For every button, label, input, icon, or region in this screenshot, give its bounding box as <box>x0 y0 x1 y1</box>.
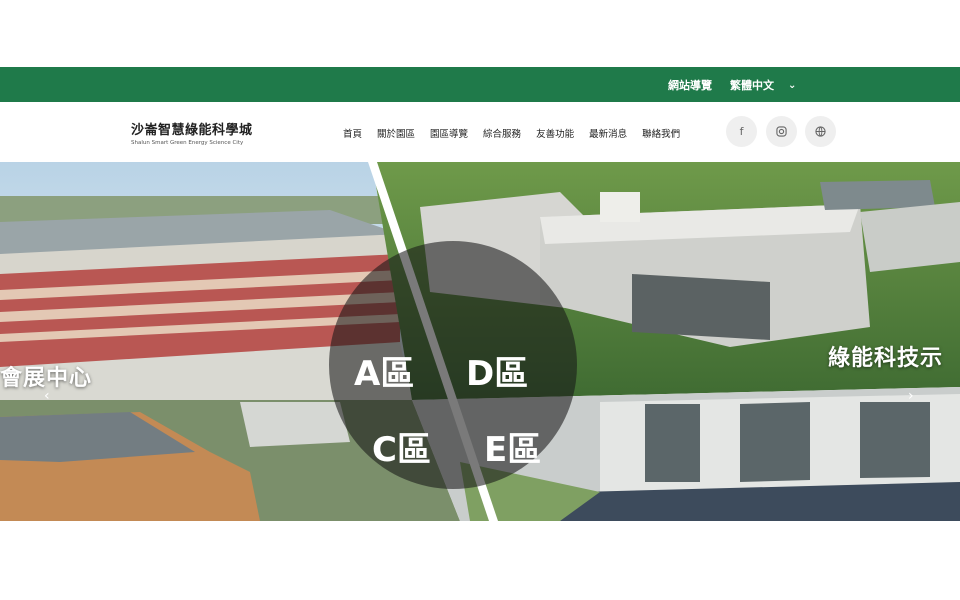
nav-item-contact[interactable]: 聯絡我們 <box>642 126 680 140</box>
zone-a-link[interactable]: A區 <box>354 346 414 395</box>
chevron-right-icon[interactable]: › <box>908 388 914 404</box>
language-selector[interactable]: 繁體中文 ⌄ <box>730 77 796 93</box>
language-label: 繁體中文 <box>730 79 774 92</box>
nav-item-services[interactable]: 綜合服務 <box>483 126 521 140</box>
logo-subtitle: Shalun Smart Green Energy Science City <box>131 140 244 146</box>
hero-banner[interactable]: 會展中心 綠能科技示 A區 D區 C區 E區 ‹ › <box>0 162 960 521</box>
chevron-down-icon: ⌄ <box>788 79 797 91</box>
nav-item-accessibility[interactable]: 友善功能 <box>536 126 574 140</box>
zone-c-link[interactable]: C區 <box>372 422 431 471</box>
site-header: 沙崙智慧綠能科學城 Shalun Smart Green Energy Scie… <box>0 102 960 162</box>
sitemap-link[interactable]: 網站導覽 <box>668 77 712 93</box>
top-utility-bar: 網站導覽 繁體中文 ⌄ <box>0 67 960 102</box>
nav-item-news[interactable]: 最新消息 <box>589 126 627 140</box>
caption-green-tech: 綠能科技示 <box>828 346 944 371</box>
globe-icon[interactable] <box>805 116 836 147</box>
main-nav: 首頁 關於園區 園區導覽 綜合服務 友善功能 最新消息 聯絡我們 <box>343 126 680 140</box>
hero-banner-image <box>0 162 960 521</box>
instagram-icon[interactable] <box>766 116 797 147</box>
zone-e-link[interactable]: E區 <box>484 422 541 471</box>
site-logo[interactable]: 沙崙智慧綠能科學城 Shalun Smart Green Energy Scie… <box>131 119 253 146</box>
nav-item-home[interactable]: 首頁 <box>343 126 362 140</box>
logo-title: 沙崙智慧綠能科學城 <box>131 123 253 138</box>
chevron-left-icon[interactable]: ‹ <box>44 388 50 404</box>
nav-item-about[interactable]: 關於園區 <box>377 126 415 140</box>
facebook-icon[interactable]: f <box>726 116 757 147</box>
nav-item-guide[interactable]: 園區導覽 <box>430 126 468 140</box>
zone-d-link[interactable]: D區 <box>466 346 528 395</box>
